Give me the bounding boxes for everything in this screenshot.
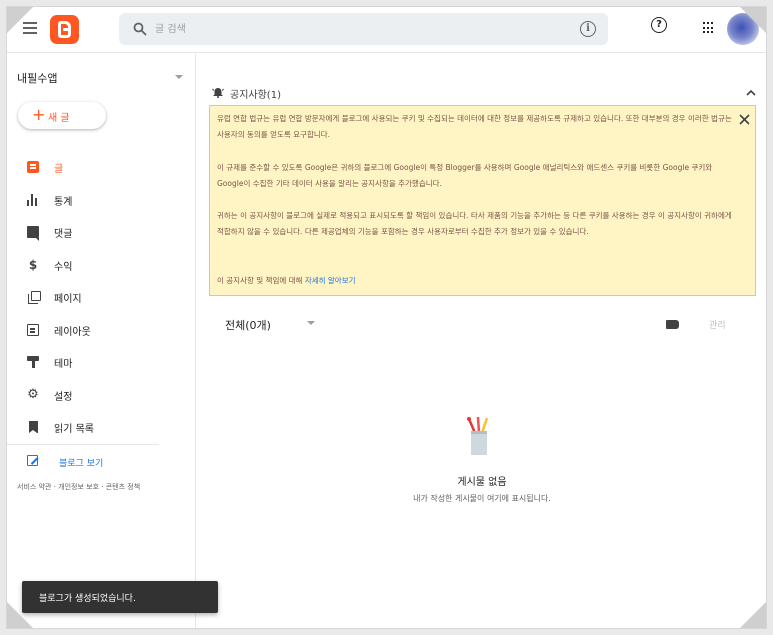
open-in-new-icon <box>27 455 38 466</box>
notice-box: 유럽 연합 법규는 유럽 연합 방문자에게 블로그에 사용되는 쿠키 및 수집되… <box>209 105 756 296</box>
posts-icon <box>27 161 39 173</box>
pencil-cup-icon <box>467 416 489 455</box>
sidebar-item-earnings[interactable]: $ 수익 <box>7 250 196 280</box>
sidebar-item-reading-list[interactable]: 읽기 목록 <box>7 412 196 442</box>
earnings-icon: $ <box>28 258 38 272</box>
sidebar-item-label: 수익 <box>54 262 73 273</box>
sidebar-item-label: 테마 <box>54 359 73 370</box>
pages-icon <box>28 291 41 304</box>
sidebar-item-comments[interactable]: 댓글 <box>7 217 196 247</box>
manage-button[interactable]: 관리 <box>709 318 726 331</box>
view-blog-label: 블로그 보기 <box>59 459 104 469</box>
bell-icon <box>212 88 224 98</box>
settings-icon: ⚙ <box>27 387 39 402</box>
notice-title: 공지사항(1) <box>230 90 281 101</box>
notice-paragraph: 이 공지사항 및 책임에 대해 자세히 알아보기 <box>217 273 737 289</box>
help-icon[interactable]: ? <box>651 17 667 33</box>
notice-header[interactable]: 공지사항(1) <box>208 79 758 105</box>
corner-decoration <box>740 7 766 33</box>
sidebar: 내필수앱 + 새 글 글 통계 댓글 $ 수익 페이지 레이아웃 테마 ⚙ 설정… <box>7 54 196 628</box>
sidebar-item-label: 읽기 목록 <box>54 424 94 435</box>
sidebar-item-posts[interactable]: 글 <box>7 152 196 182</box>
corner-decoration <box>740 602 766 628</box>
post-filter-label: 전체(0개) <box>225 319 271 332</box>
snackbar-message: 블로그가 생성되었습니다. <box>39 594 136 604</box>
info-icon[interactable]: i <box>580 21 596 37</box>
sidebar-item-pages[interactable]: 페이지 <box>7 282 196 312</box>
divider <box>7 444 159 445</box>
chevron-down-icon <box>307 321 315 325</box>
post-filter-dropdown[interactable]: 전체(0개) <box>225 314 335 334</box>
empty-state-title: 게시물 없음 <box>457 477 507 488</box>
sidebar-item-label: 레이아웃 <box>54 327 91 338</box>
search-icon[interactable] <box>133 22 147 36</box>
theme-icon <box>27 356 39 368</box>
chevron-up-icon[interactable] <box>744 86 758 100</box>
corner-decoration <box>7 602 33 628</box>
learn-more-link[interactable]: 자세히 알아보기 <box>305 276 356 285</box>
comments-icon <box>27 226 39 241</box>
plus-icon: + <box>32 105 46 124</box>
sidebar-item-label: 통계 <box>54 197 73 208</box>
reading-list-icon <box>29 421 38 433</box>
notice-paragraph: 유럽 연합 법규는 유럽 연합 방문자에게 블로그에 사용되는 쿠키 및 수집되… <box>217 114 732 139</box>
sidebar-item-theme[interactable]: 테마 <box>7 347 196 377</box>
sidebar-item-layout[interactable]: 레이아웃 <box>7 315 196 345</box>
snackbar: 블로그가 생성되었습니다. <box>22 581 218 613</box>
stats-icon <box>27 194 39 206</box>
notice-paragraph: 이 규제를 준수할 수 있도록 Google은 귀하의 블로그에 Google이… <box>217 163 713 188</box>
sidebar-item-label: 페이지 <box>54 294 82 305</box>
label-icon[interactable] <box>666 320 679 329</box>
new-post-label: 새 글 <box>48 113 70 124</box>
browser-window: i ? 내필수앱 + 새 글 글 통계 댓글 <box>6 6 767 629</box>
blogger-logo[interactable] <box>50 15 79 44</box>
sidebar-item-settings[interactable]: ⚙ 설정 <box>7 380 196 410</box>
blog-selector[interactable]: 내필수앱 <box>17 70 187 88</box>
layout-icon <box>27 324 39 336</box>
search-input[interactable] <box>155 19 555 39</box>
sidebar-item-label: 댓글 <box>54 229 73 240</box>
sidebar-item-label: 설정 <box>54 392 73 403</box>
new-post-button[interactable]: + 새 글 <box>18 102 106 129</box>
view-blog-link[interactable]: 블로그 보기 <box>7 446 196 476</box>
apps-grid-icon[interactable] <box>703 22 715 34</box>
sidebar-item-stats[interactable]: 통계 <box>7 185 196 215</box>
blog-name: 내필수앱 <box>17 72 58 85</box>
empty-state-subtitle: 내가 작성한 게시물이 여기에 표시됩니다. <box>413 494 551 503</box>
sidebar-item-label: 글 <box>54 164 64 175</box>
chevron-down-icon <box>175 75 183 79</box>
corner-decoration <box>7 7 33 33</box>
close-icon[interactable] <box>739 114 750 125</box>
notice-paragraph: 귀하는 이 공지사항이 블로그에 실제로 적용되고 표시되도록 할 책임이 있습… <box>217 211 732 236</box>
notice-link-prefix: 이 공지사항 및 책임에 대해 <box>217 276 305 285</box>
top-bar: i ? <box>7 7 766 53</box>
search-bar: i <box>119 13 608 45</box>
